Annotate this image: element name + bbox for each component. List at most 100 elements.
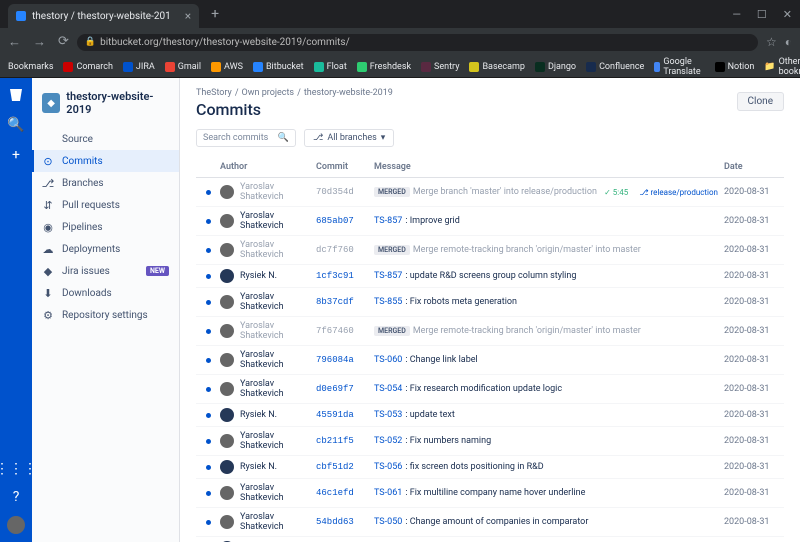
maximize-button[interactable]: ☐: [757, 8, 767, 21]
sidebar-item-download[interactable]: ⬇Downloads: [32, 282, 179, 304]
sidebar-item-branch[interactable]: ⎇Branches: [32, 172, 179, 194]
author-name[interactable]: Yaroslav Shatkevich: [240, 379, 316, 399]
browser-tab[interactable]: thestory / thestory-website-201 ×: [8, 4, 199, 28]
reload-button[interactable]: ⟳: [58, 34, 69, 50]
author-name[interactable]: Yaroslav Shatkevich: [240, 292, 316, 312]
help-icon[interactable]: ?: [7, 488, 25, 506]
issue-link[interactable]: TS-855: [374, 297, 402, 307]
sidebar-item-deploy[interactable]: ☁Deployments: [32, 238, 179, 260]
commit-hash[interactable]: 796084a: [316, 355, 374, 365]
bookmark-item[interactable]: JIRA: [123, 57, 155, 77]
author-name[interactable]: Yaroslav Shatkevich: [240, 431, 316, 451]
author-name[interactable]: Rysiek N.: [240, 462, 277, 472]
issue-link[interactable]: TS-857: [374, 271, 402, 281]
commit-hash[interactable]: cbf51d2: [316, 462, 374, 472]
bookmark-item[interactable]: Confluence: [586, 57, 644, 77]
avatar[interactable]: [7, 516, 25, 534]
author-cell: Yaroslav Shatkevich: [220, 431, 316, 451]
bookmark-item[interactable]: AWS: [211, 57, 243, 77]
commit-hash[interactable]: 1cf3c91: [316, 271, 374, 281]
forward-button[interactable]: →: [33, 34, 46, 50]
sidebar-item-label: Downloads: [62, 288, 112, 299]
author-name[interactable]: Yaroslav Shatkevich: [240, 182, 316, 202]
other-bookmarks[interactable]: 📁 Other bookmarks: [764, 57, 800, 77]
url-input[interactable]: 🔒 bitbucket.org/thestory/thestory-websit…: [77, 34, 758, 51]
bookmark-item[interactable]: Basecamp: [469, 57, 524, 77]
commit-hash[interactable]: 685ab07: [316, 216, 374, 226]
create-icon[interactable]: +: [7, 146, 25, 164]
sidebar-item-label: Deployments: [62, 244, 120, 255]
bookmark-item[interactable]: Comarch: [63, 57, 112, 77]
repo-name: thestory-website-2019: [66, 90, 169, 116]
issue-link[interactable]: TS-054: [374, 384, 402, 394]
new-tab-button[interactable]: +: [211, 6, 219, 22]
issue-link[interactable]: TS-061: [374, 488, 402, 498]
message-cell: MERGED Merge branch 'master' into releas…: [374, 187, 724, 197]
commit-hash[interactable]: 46c1efd: [316, 488, 374, 498]
extensions-icon[interactable]: ◐: [785, 35, 792, 49]
bookmark-item[interactable]: Gmail: [165, 57, 201, 77]
bookmark-item[interactable]: Bitbucket: [253, 57, 304, 77]
bitbucket-logo-icon[interactable]: [7, 86, 25, 104]
message-cell: TS-061: Fix multiline company name hover…: [374, 488, 724, 498]
sidebar-item-pr[interactable]: ⇵Pull requests: [32, 194, 179, 216]
bookmarks-menu[interactable]: Bookmarks: [8, 62, 53, 72]
bookmark-item[interactable]: Freshdesk: [357, 57, 411, 77]
search-icon[interactable]: 🔍: [7, 116, 25, 134]
breadcrumb-link[interactable]: TheStory: [196, 88, 232, 98]
issue-link[interactable]: TS-050: [374, 517, 402, 527]
commit-hash[interactable]: 45591da: [316, 410, 374, 420]
commit-hash[interactable]: cb211f5: [316, 436, 374, 446]
sidebar-item-commit[interactable]: ⊙Commits: [32, 150, 179, 172]
commit-hash[interactable]: 8b37cdf: [316, 297, 374, 307]
sidebar-item-pipeline[interactable]: ◉Pipelines: [32, 216, 179, 238]
branch-tag[interactable]: ⎇ release/production: [639, 188, 718, 197]
graph-column: [196, 300, 220, 305]
author-name[interactable]: Yaroslav Shatkevich: [240, 240, 316, 260]
author-cell: Yaroslav Shatkevich: [220, 512, 316, 532]
commit-hash[interactable]: 7f67460: [316, 326, 374, 336]
builds-badge[interactable]: ✓ 5:45: [604, 188, 628, 197]
sidebar-item-settings[interactable]: ⚙Repository settings: [32, 304, 179, 326]
author-name[interactable]: Yaroslav Shatkevich: [240, 211, 316, 231]
bookmark-item[interactable]: Float: [314, 57, 347, 77]
breadcrumb-link[interactable]: Own projects: [242, 88, 295, 98]
sidebar-item-label: Repository settings: [62, 310, 148, 321]
sidebar-item-jira[interactable]: ◆Jira issuesNEW: [32, 260, 179, 282]
minimize-button[interactable]: —: [732, 8, 741, 21]
commit-hash[interactable]: dc7f760: [316, 245, 374, 255]
author-name[interactable]: Rysiek N.: [240, 410, 277, 420]
author-name[interactable]: Yaroslav Shatkevich: [240, 512, 316, 532]
apps-icon[interactable]: ⋮⋮⋮: [7, 460, 25, 478]
sidebar-item-code[interactable]: Source: [32, 128, 179, 150]
commit-hash[interactable]: d0e69f7: [316, 384, 374, 394]
avatar: [220, 434, 234, 448]
author-name[interactable]: Rysiek N.: [240, 271, 277, 281]
search-input[interactable]: Search commits 🔍: [196, 129, 296, 147]
issue-link[interactable]: TS-056: [374, 462, 402, 472]
commit-hash[interactable]: 70d354d: [316, 187, 374, 197]
close-tab-icon[interactable]: ×: [185, 9, 191, 23]
author-name[interactable]: Yaroslav Shatkevich: [240, 350, 316, 370]
bookmark-item[interactable]: Sentry: [421, 57, 459, 77]
star-icon[interactable]: ☆: [766, 35, 777, 49]
bookmark-item[interactable]: Notion: [715, 57, 755, 77]
branch-filter[interactable]: ⎇ All branches ▾: [304, 129, 394, 147]
breadcrumb-link[interactable]: thestory-website-2019: [304, 88, 393, 98]
commit-hash[interactable]: 54bdd63: [316, 517, 374, 527]
author-name[interactable]: Yaroslav Shatkevich: [240, 321, 316, 341]
back-button[interactable]: ←: [8, 34, 21, 50]
issue-link[interactable]: TS-053: [374, 410, 402, 420]
repo-header[interactable]: ◆ thestory-website-2019: [32, 86, 179, 128]
bookmark-item[interactable]: Django: [535, 57, 576, 77]
close-window-button[interactable]: ✕: [783, 8, 792, 21]
issue-link[interactable]: TS-857: [374, 216, 402, 226]
clone-button[interactable]: Clone: [737, 92, 784, 111]
table-header: Author Commit Message Date: [196, 157, 784, 178]
bookmark-item[interactable]: Google Translate: [654, 57, 704, 77]
issue-link[interactable]: TS-052: [374, 436, 402, 446]
issue-link[interactable]: TS-060: [374, 355, 402, 365]
code-icon: [42, 133, 54, 145]
author-cell: Yaroslav Shatkevich: [220, 211, 316, 231]
author-name[interactable]: Yaroslav Shatkevich: [240, 483, 316, 503]
